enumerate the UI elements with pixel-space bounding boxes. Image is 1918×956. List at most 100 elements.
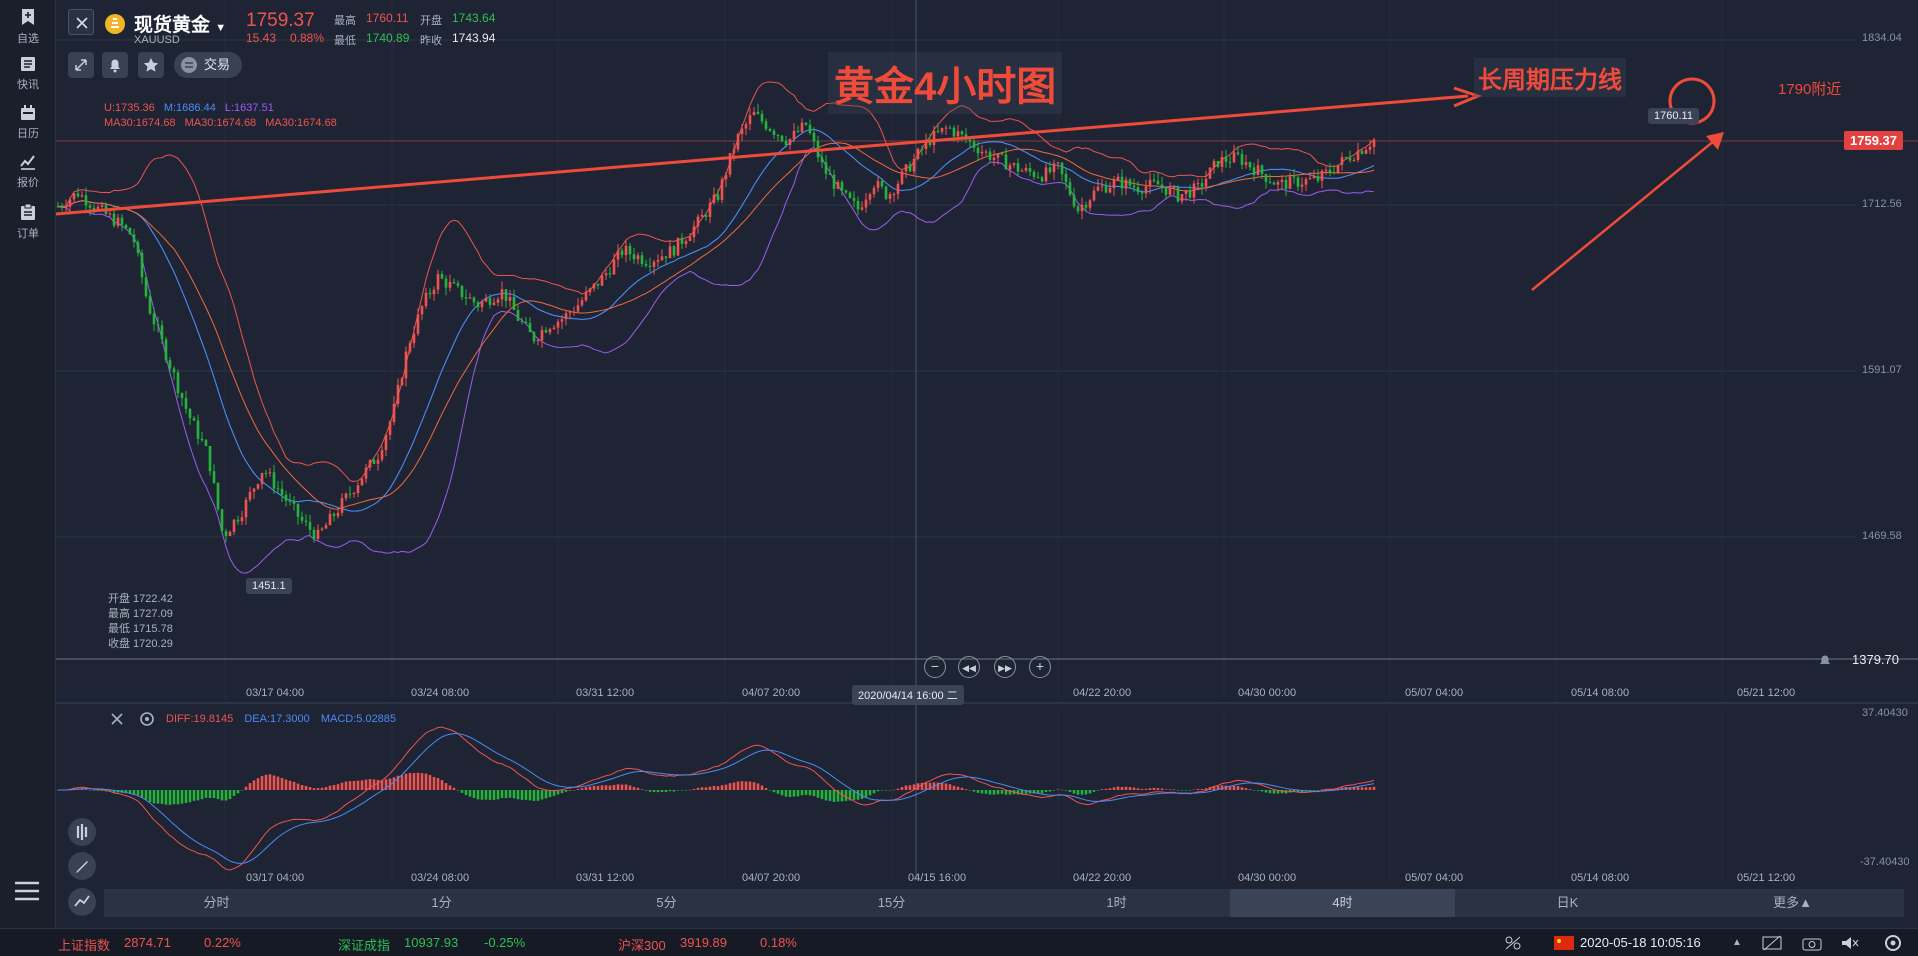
macd-bar [808,790,812,796]
tab-minute-line[interactable]: 分时 [104,889,329,917]
candle-body [892,194,896,196]
macd-bar [1268,790,1272,794]
candle-body [272,472,276,489]
last-price: 1759.37 [246,10,315,31]
tab-15min[interactable]: 15分 [779,889,1004,917]
chart-grid [56,0,1918,880]
screen-off-icon[interactable] [1762,935,1782,951]
price-change-pct: 0.88% [290,31,325,45]
x-axis-label: 04/22 20:00 [1073,872,1132,884]
menu-icon[interactable] [14,880,40,902]
macd-bar [728,783,732,790]
candle-body [1304,179,1308,185]
mute-icon[interactable] [1840,935,1860,951]
sidebar-item-watchlist[interactable]: 自选 [0,8,56,46]
favorite-button[interactable] [138,52,164,78]
macd-bar [488,790,492,800]
macd-bar [880,790,884,791]
macd-bar [96,790,100,791]
macd-bar [1076,790,1080,795]
ticker-name[interactable]: 沪深300 [618,935,666,954]
sidebar-item-quotes[interactable]: 报价 [0,154,56,190]
tab-4hour[interactable]: 4时 [1230,889,1455,917]
chevron-down-icon[interactable]: ▼ [215,22,226,34]
settings-gear-icon[interactable] [1884,934,1902,952]
chart-title-annotation: 黄金4小时图 [828,52,1063,114]
scroll-start-button[interactable]: ◀◀ [958,656,980,678]
candle-body [532,332,536,342]
close-icon [76,17,88,29]
candle-body [116,217,120,226]
symbol-name[interactable]: 现货黄金 ▼ [134,10,226,37]
sidebar-item-orders[interactable]: 订单 [0,203,56,241]
tab-1hour[interactable]: 1时 [1004,889,1229,917]
ticker-name[interactable]: 深证成指 [338,935,390,954]
caret-up-icon[interactable]: ▲ [1732,937,1742,948]
macd-bar [988,790,992,795]
macd-bar [764,788,768,790]
candle-body [1184,190,1188,195]
skip-back-icon: ◀◀ [962,663,976,673]
macd-bar [484,790,488,800]
candle-body [380,450,384,460]
zoom-in-button[interactable]: + [1029,656,1051,678]
tab-1min[interactable]: 1分 [329,889,554,917]
candle-body [772,130,776,135]
tab-more[interactable]: 更多▲ [1680,889,1905,917]
tab-daily[interactable]: 日K [1455,889,1680,917]
candle-body [1236,152,1240,155]
alert-button[interactable] [102,52,128,78]
candle-body [576,305,580,312]
network-icon[interactable] [1504,935,1522,951]
macd-bar [1168,789,1172,790]
chart-type-button[interactable] [68,888,96,916]
candle-body [1216,160,1220,167]
macd-bar [88,789,92,791]
draw-tool-button[interactable] [68,852,96,880]
candle-body [192,418,196,421]
candle-body [1140,192,1144,194]
ticker-name[interactable]: 上证指数 [58,935,110,954]
trade-button[interactable]: 交易 [174,52,242,78]
candle-body [700,215,704,217]
close-button[interactable] [68,9,94,35]
candle-body [788,139,792,145]
calendar-icon [21,105,35,120]
settings-icon[interactable] [138,710,156,728]
macd-bar [528,790,532,801]
indicator-tool-button[interactable] [68,818,96,846]
candle-body [528,323,532,333]
clock: 2020-05-18 10:05:16 [1580,935,1701,950]
candle-body [1024,167,1028,171]
sidebar-item-calendar[interactable]: 日历 [0,105,56,141]
candle-body [280,488,284,495]
tab-5min[interactable]: 5分 [554,889,779,917]
sidebar-item-news[interactable]: 快讯 [0,56,56,92]
macd-bar [268,774,272,790]
zoom-out-button[interactable]: − [924,656,946,678]
scroll-end-button[interactable]: ▶▶ [994,656,1016,678]
expand-button[interactable] [68,52,94,78]
macd-bar [864,790,868,798]
candle-body [656,260,660,262]
macd-bar [428,775,432,790]
camera-icon[interactable] [1802,935,1822,951]
candle-body [568,312,572,314]
chart-area[interactable] [56,0,1918,928]
candle-body [792,130,796,140]
candle-body [320,528,324,530]
trade-label: 交易 [204,57,231,72]
candle-body [1016,163,1020,172]
ma-legend: MA30:1674.68 MA30:1674.68 MA30:1674.68 [104,117,337,129]
macd-bar [1104,788,1108,790]
candle-body [504,289,508,301]
candle-body [732,149,736,154]
candle-body [276,488,280,490]
candle-body [100,205,104,207]
candle-body [1176,187,1180,202]
alert-bell-icon[interactable] [1816,651,1834,669]
candle-body [1156,180,1160,185]
kline-chart[interactable] [56,0,1918,928]
close-indicator-icon[interactable] [108,710,126,728]
macd-axis-top: 37.40430 [1862,707,1908,719]
